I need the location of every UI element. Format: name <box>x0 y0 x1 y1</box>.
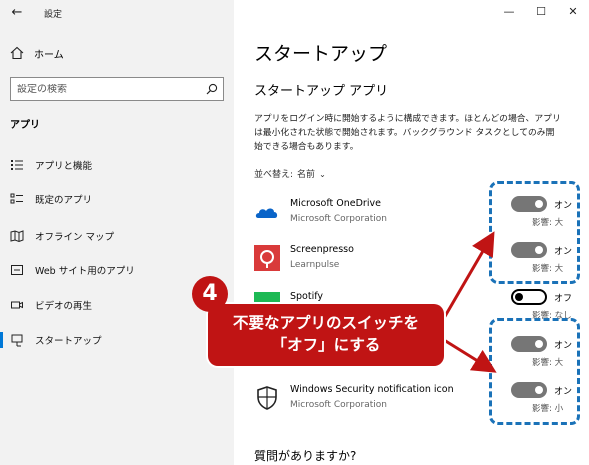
annotation-callout: 不要なアプリのスイッチを 「オフ」にする <box>208 304 444 366</box>
app-name: Windows Security notification icon <box>290 384 454 395</box>
offline-map-icon <box>10 230 24 243</box>
callout-line: 不要なアプリのスイッチを <box>232 314 419 332</box>
sidebar: ← 設定 ホーム アプリ アプリと機能 既定のアプリ <box>0 0 234 465</box>
callout-line: 「オフ」にする <box>271 336 381 354</box>
sidebar-item-default-apps[interactable]: 既定のアプリ <box>0 188 234 210</box>
help-heading: 質問がありますか? <box>254 449 357 463</box>
onedrive-icon <box>255 208 278 218</box>
apps-list-icon <box>11 160 23 170</box>
window-title: 設定 <box>44 10 63 20</box>
highlight-box-bottom <box>489 318 580 425</box>
sidebar-item-label: Web サイト用のアプリ <box>35 266 135 277</box>
section-label-apps: アプリ <box>10 120 40 131</box>
minimize-icon[interactable]: — <box>493 0 525 24</box>
sidebar-item-label: オフライン マップ <box>35 232 115 243</box>
startup-toggle[interactable] <box>511 289 547 305</box>
app-name: Screenpresso <box>290 244 354 255</box>
sidebar-item-label: アプリと機能 <box>35 161 93 172</box>
maximize-icon[interactable]: ☐ <box>525 0 557 24</box>
chevron-down-icon[interactable]: ⌄ <box>319 170 326 179</box>
description-line: アプリをログイン時に開始するように構成できます。ほとんどの場合、アプリ <box>254 114 561 124</box>
sidebar-item-label: 既定のアプリ <box>35 195 93 206</box>
nav-home[interactable]: ホーム <box>10 44 64 62</box>
sort-label: 並べ替え: <box>254 170 294 180</box>
app-name: Spotify <box>290 291 324 302</box>
app-publisher: Learnpulse <box>290 260 340 270</box>
home-icon <box>10 46 24 60</box>
sidebar-item-startup[interactable]: スタートアップ <box>0 329 234 351</box>
sidebar-item-label: スタートアップ <box>35 336 102 347</box>
app-publisher: Microsoft Corporation <box>290 214 387 224</box>
startup-icon <box>11 334 23 347</box>
highlight-box-top <box>489 181 580 284</box>
sidebar-item-apps-features[interactable]: アプリと機能 <box>0 154 234 176</box>
title-bar: ← 設定 <box>0 0 234 26</box>
window-controls: — ☐ ✕ <box>493 0 589 24</box>
nav-home-label: ホーム <box>34 49 64 61</box>
app-publisher: Microsoft Corporation <box>290 400 387 410</box>
sidebar-item-label: ビデオの再生 <box>35 301 93 312</box>
sort-value[interactable]: 名前 <box>297 170 315 180</box>
toggle-state: オフ <box>554 294 573 304</box>
description: アプリをログイン時に開始するように構成できます。ほとんどの場合、アプリ は最小化… <box>254 112 574 154</box>
windows-security-icon <box>257 386 277 410</box>
description-line: は最小化された状態で開始されます。バックグラウンド タスクとしてのみ開 <box>254 128 555 138</box>
description-line: 始できる場合もあります。 <box>254 142 359 152</box>
page-title: スタートアップ <box>254 43 388 65</box>
search-input[interactable] <box>17 83 197 95</box>
search-box[interactable] <box>10 77 224 101</box>
sort-dropdown[interactable]: 並べ替え: 名前 ⌄ <box>254 167 326 180</box>
default-apps-icon <box>10 193 23 204</box>
step-number-badge: 4 <box>192 276 228 312</box>
screenpresso-icon <box>254 245 280 271</box>
back-arrow-icon[interactable]: ← <box>8 4 26 22</box>
close-icon[interactable]: ✕ <box>557 0 589 24</box>
web-apps-icon <box>11 265 23 275</box>
video-icon <box>11 301 23 309</box>
app-name: Microsoft OneDrive <box>290 198 381 209</box>
sidebar-item-offline-maps[interactable]: オフライン マップ <box>0 225 234 247</box>
section-title: スタートアップ アプリ <box>254 84 389 99</box>
sidebar-item-web-apps[interactable]: Web サイト用のアプリ <box>0 259 234 281</box>
search-icon[interactable] <box>206 83 218 95</box>
